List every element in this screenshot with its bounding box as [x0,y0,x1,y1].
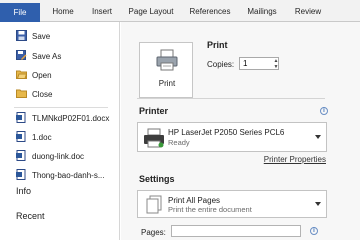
nav-divider [14,107,108,108]
tab-mailings[interactable]: Mailings [245,4,279,22]
pages-label: Pages: [141,228,166,237]
nav-open[interactable]: Open [0,66,119,84]
recent-doc-item[interactable]: 1.doc [0,128,119,146]
word-doc-icon [16,169,26,180]
recent-doc-label: TLMNkdP02F01.docx [32,113,110,123]
tab-file[interactable]: File [0,3,40,22]
word-doc-icon [16,150,26,161]
recent-doc-item[interactable]: duong-link.doc [0,147,119,165]
copies-down-button[interactable]: ▼ [273,64,279,70]
recent-doc-item[interactable]: TLMNkdP02F01.docx [0,109,119,127]
printer-icon [156,49,178,71]
printer-icon [144,128,164,148]
info-icon[interactable]: i [310,227,318,235]
printer-select[interactable]: HP LaserJet P2050 Series PCL6 Ready [137,122,327,152]
tab-references[interactable]: References [188,4,232,22]
tab-page-layout[interactable]: Page Layout [127,4,175,22]
printer-heading: Printer [139,106,169,116]
copies-label: Copies: [207,60,235,69]
recent-doc-item[interactable]: Thong-bao-danh-s... [0,166,119,184]
open-folder-icon [16,70,27,79]
print-button-label: Print [158,79,176,88]
tab-home[interactable]: Home [50,4,76,22]
tab-insert[interactable]: Insert [88,4,116,22]
word-doc-icon [16,112,26,123]
word-doc-icon [16,131,26,142]
print-pane: Print Print Copies: ▲ ▼ Printer i HP Las… [121,22,360,240]
nav-save-as[interactable]: Save As [0,47,119,65]
nav-close[interactable]: Close [0,85,119,103]
nav-recent[interactable]: Recent [16,211,45,221]
section-divider [137,98,325,99]
close-folder-icon [16,89,27,98]
print-range-select[interactable]: Print All Pages Print the entire documen… [137,190,327,218]
pages-input[interactable] [171,225,301,237]
print-heading: Print [207,40,228,50]
pages-icon [146,195,162,214]
tab-review[interactable]: Review [292,4,324,22]
printer-properties-link[interactable]: Printer Properties [264,155,326,164]
recent-doc-label: 1.doc [32,132,52,142]
chevron-down-icon [315,135,321,139]
nav-save[interactable]: Save [0,27,119,45]
print-button[interactable]: Print [139,42,193,98]
nav-close-label: Close [32,89,53,99]
backstage-nav: Save Save As Open Close TLMNkdP02F01.doc… [0,22,120,240]
print-range-title: Print All Pages [168,196,221,205]
printer-name: HP LaserJet P2050 Series PCL6 [168,128,285,137]
save-as-icon [16,50,27,60]
info-icon[interactable]: i [320,107,328,115]
chevron-down-icon [315,202,321,206]
save-icon [16,30,27,41]
recent-doc-label: duong-link.doc [32,151,85,161]
print-range-desc: Print the entire document [168,205,252,214]
nav-info[interactable]: Info [16,186,31,196]
settings-heading: Settings [139,174,175,184]
ribbon-tabs: File Home Insert Page Layout References … [0,0,360,22]
nav-save-label: Save [32,31,51,41]
nav-save-as-label: Save As [32,51,62,61]
printer-status: Ready [168,138,190,147]
recent-doc-label: Thong-bao-danh-s... [32,170,105,180]
nav-open-label: Open [32,70,52,80]
